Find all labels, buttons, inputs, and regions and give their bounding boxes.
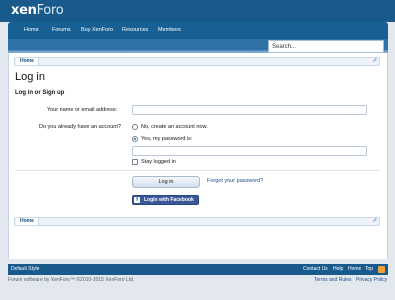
username-input[interactable] <box>132 105 367 115</box>
site-footer: Default Style Contact Us Help Home Top <box>8 264 388 275</box>
footer-link-home[interactable]: Home <box>348 264 361 275</box>
username-label: Your name or email address: <box>47 107 118 113</box>
jump-icon[interactable]: ⇗ <box>372 218 377 224</box>
nav-tab-resources[interactable]: Resources <box>122 22 148 39</box>
login-button[interactable]: Log in <box>132 176 200 188</box>
privacy-link[interactable]: Privacy Policy <box>356 277 387 283</box>
footer-link-contact[interactable]: Contact Us <box>303 264 328 275</box>
breadcrumb-home[interactable]: Home <box>16 58 39 65</box>
forgot-password-link[interactable]: Forgot your password? <box>207 178 263 184</box>
breadcrumb-home-bottom[interactable]: Home <box>16 218 39 225</box>
terms-link[interactable]: Terms and Rules <box>314 277 352 283</box>
breadcrumb-top: Home ⇗ <box>14 57 380 66</box>
account-question-label: Do you already have an account? <box>39 124 121 130</box>
style-chooser-link[interactable]: Default Style <box>11 264 39 275</box>
footer-link-help[interactable]: Help <box>333 264 343 275</box>
main-navigation: Home Forums Buy XenForo Resources Member… <box>8 22 388 39</box>
jump-icon[interactable]: ⇗ <box>372 58 377 64</box>
site-header: xenForo <box>0 0 395 22</box>
facebook-login-button[interactable]: f Login with Facebook <box>132 195 199 205</box>
password-input[interactable] <box>132 146 367 156</box>
stay-logged-in-label[interactable]: Stay logged in <box>141 159 176 165</box>
nav-tab-buy-xenforo[interactable]: Buy XenForo <box>81 22 113 39</box>
rss-icon[interactable] <box>378 266 385 273</box>
search-input[interactable]: Search... <box>268 40 384 53</box>
page-title: Log in <box>15 71 45 83</box>
radio-have-password-label[interactable]: Yes, my password is: <box>141 136 192 142</box>
radio-have-password[interactable] <box>132 136 138 142</box>
nav-tab-home[interactable]: Home <box>24 22 39 39</box>
breadcrumb-bottom: Home ⇗ <box>14 217 380 226</box>
main-content <box>8 53 388 259</box>
facebook-icon: f <box>134 197 140 203</box>
stay-logged-in-checkbox[interactable] <box>132 159 138 165</box>
nav-tab-members[interactable]: Members <box>158 22 181 39</box>
facebook-login-label: Login with Facebook <box>144 197 194 203</box>
copyright-text: Forum software by XenForo™ ©2010-2015 Xe… <box>8 277 135 283</box>
site-logo[interactable]: xenForo <box>11 3 64 18</box>
radio-create-account[interactable] <box>132 124 138 130</box>
form-heading: Log in or Sign up <box>15 90 65 96</box>
radio-create-account-label[interactable]: No, create an account now. <box>141 124 208 130</box>
footer-link-top[interactable]: Top <box>365 264 373 275</box>
form-divider <box>15 170 380 171</box>
nav-tab-forums[interactable]: Forums <box>52 22 71 39</box>
